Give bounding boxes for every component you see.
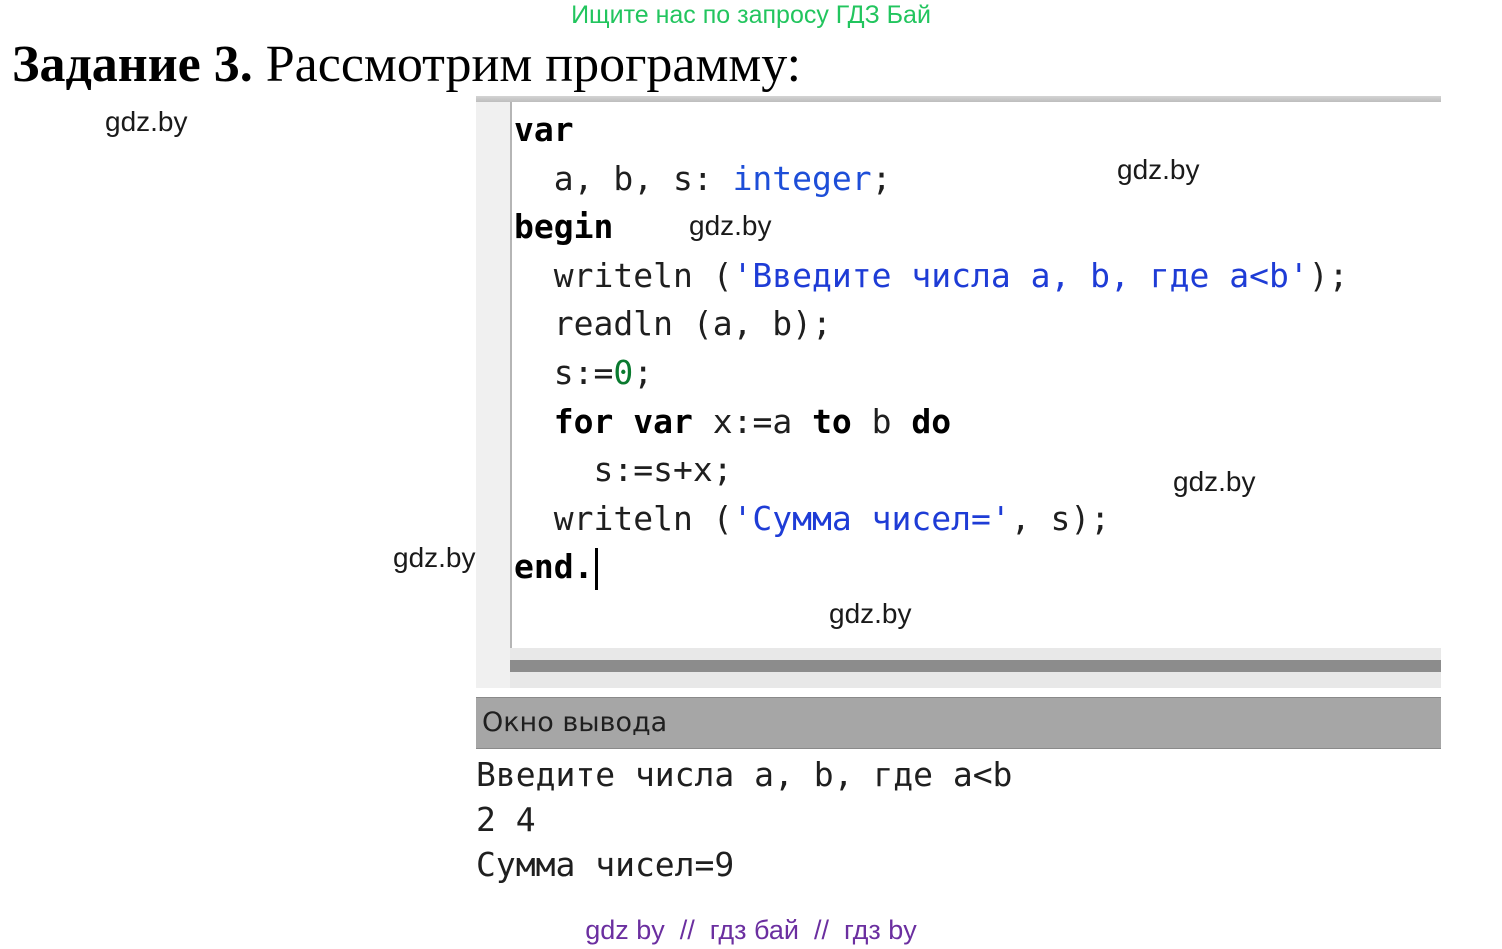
- writeln-call: writeln (: [553, 255, 733, 295]
- semicolon: ;: [871, 158, 892, 198]
- loop-body: s:=s+x;: [593, 450, 733, 490]
- text-cursor: [595, 547, 599, 590]
- footer-link[interactable]: гдз бай: [710, 915, 799, 945]
- watermark: gdz.by: [393, 542, 476, 573]
- keyword-end: end.: [514, 547, 594, 587]
- code-line: writeln ('Введите числа a, b, где a<b');: [514, 252, 1441, 301]
- output-line: 2 4: [476, 800, 536, 839]
- code-line: s:=0;: [514, 349, 1441, 398]
- footer-links: gdz by // гдз бай // гдз by: [0, 913, 1502, 947]
- output-line: Введите числа a, b, где a<b: [476, 755, 1013, 794]
- keyword-var: var: [633, 401, 693, 441]
- task-heading: Задание 3. Рассмотрим программу:: [12, 34, 801, 96]
- string-literal: 'Сумма чисел=': [732, 498, 1011, 538]
- code-line: end.: [514, 543, 1441, 592]
- footer-link[interactable]: гдз by: [844, 915, 917, 945]
- code-line: begin: [514, 203, 1441, 252]
- type-integer: integer: [732, 158, 872, 198]
- search-banner: Ищите нас по запросу ГДЗ Бай: [571, 1, 931, 29]
- code-line: writeln ('Сумма чисел=', s);: [514, 495, 1441, 544]
- editor-top-border: [476, 96, 1441, 102]
- keyword-do: do: [911, 401, 952, 441]
- keyword-var: var: [514, 110, 574, 149]
- footer-separator: //: [664, 915, 710, 945]
- loop-init: x:=a: [692, 401, 813, 441]
- scrollbar-gutter: [476, 648, 510, 688]
- output-panel-title: Окно вывода: [482, 707, 668, 738]
- keyword-for: for: [553, 401, 614, 441]
- code-line: readln (a, b);: [514, 300, 1441, 349]
- var-list: a, b, s:: [553, 158, 733, 198]
- code-line: var: [514, 106, 1441, 155]
- scrollbar-thumb[interactable]: [510, 660, 1441, 672]
- output-line: Сумма чисел=9: [476, 845, 735, 884]
- watermark: gdz.by: [1117, 154, 1200, 185]
- task-label: Задание 3.: [12, 36, 253, 93]
- call-end: );: [1308, 255, 1349, 295]
- code-area[interactable]: var a, b, s: integer; begin writeln ('Вв…: [514, 106, 1441, 592]
- loop-bound: b: [851, 401, 912, 441]
- task-text: Рассмотрим программу:: [252, 36, 802, 93]
- string-literal: 'Введите числа a, b, где a<b': [732, 255, 1309, 295]
- writeln-call: writeln (: [553, 498, 733, 538]
- output-panel-header: Окно вывода: [476, 697, 1441, 749]
- assignment: s:=: [553, 352, 614, 392]
- output-panel: Введите числа a, b, где a<b 2 4 Сумма чи…: [476, 752, 1441, 887]
- keyword-to: to: [812, 401, 852, 441]
- watermark: gdz.by: [689, 210, 772, 241]
- code-line: s:=s+x;: [514, 446, 1441, 495]
- readln-call: readln (a, b);: [553, 304, 832, 344]
- editor-gutter: [476, 102, 512, 652]
- horizontal-scrollbar[interactable]: [476, 648, 1441, 688]
- watermark: gdz.by: [829, 598, 912, 629]
- footer-link[interactable]: gdz by: [585, 915, 665, 945]
- keyword-begin: begin: [514, 207, 614, 247]
- semicolon: ;: [633, 352, 654, 392]
- code-line: for var x:=a to b do: [514, 398, 1441, 447]
- code-line: a, b, s: integer;: [514, 155, 1441, 204]
- watermark: gdz.by: [105, 106, 188, 137]
- watermark: gdz.by: [1173, 466, 1256, 497]
- code-editor[interactable]: var a, b, s: integer; begin writeln ('Вв…: [476, 96, 1441, 656]
- number-literal: 0: [613, 352, 634, 392]
- call-end: , s);: [1010, 498, 1111, 538]
- footer-separator: //: [798, 915, 844, 945]
